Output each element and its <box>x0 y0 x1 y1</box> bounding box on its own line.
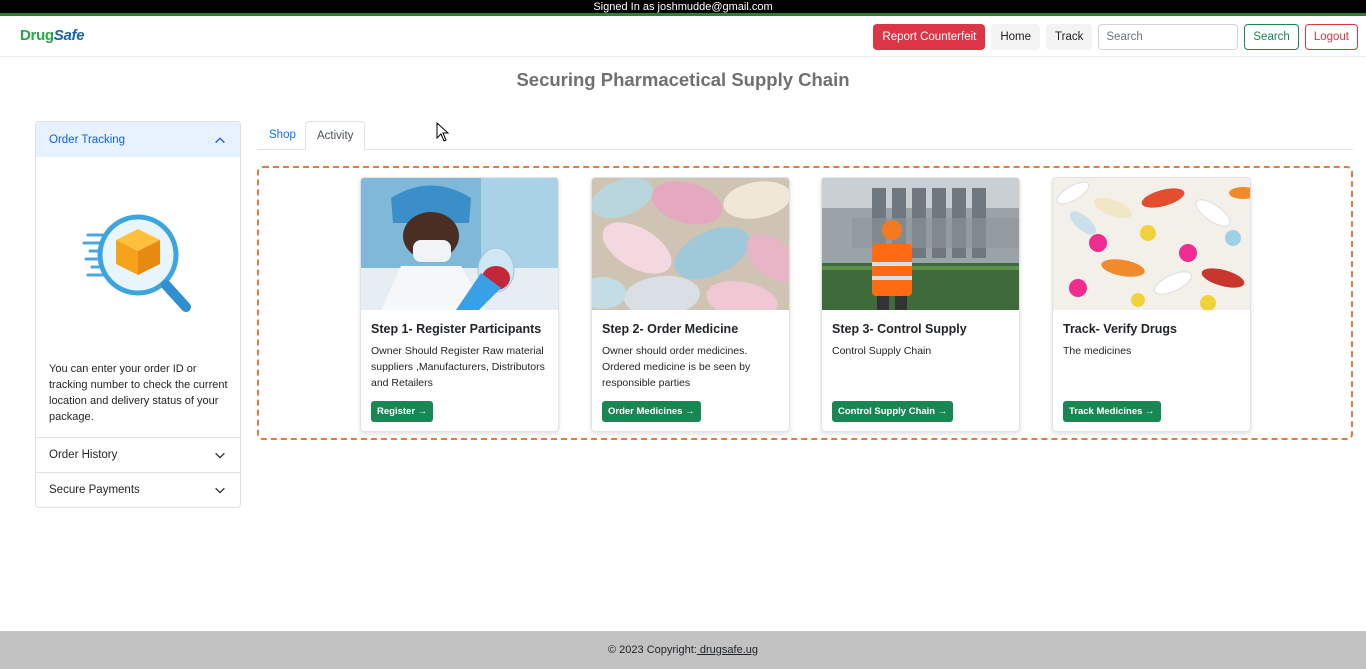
tab-bar: Shop Activity <box>257 121 1353 150</box>
search-button[interactable]: Search <box>1244 24 1299 50</box>
brand-logo[interactable]: DrugSafe <box>20 27 85 44</box>
card-title: Track- Verify Drugs <box>1063 322 1177 336</box>
arrow-right-icon: → <box>1145 406 1155 417</box>
footer-copyright: © 2023 Copyright: <box>608 644 697 656</box>
card-text: Control Supply Chain <box>832 345 932 357</box>
card-text: The medicines <box>1063 345 1132 357</box>
card-text: Owner should order medicines. Ordered me… <box>602 345 751 389</box>
order-medicines-button[interactable]: Order Medicines → <box>602 401 701 422</box>
nav-actions: Report Counterfeit Home Track Search Log… <box>873 24 1358 50</box>
tab-shop[interactable]: Shop <box>258 121 307 150</box>
logout-button[interactable]: Logout <box>1304 24 1358 50</box>
report-counterfeit-button[interactable]: Report Counterfeit <box>873 24 986 50</box>
accordion-order-history-header[interactable]: Order History <box>36 437 240 472</box>
card-control-supply: Step 3- Control Supply Control Supply Ch… <box>821 177 1020 432</box>
package-search-icon <box>82 214 191 312</box>
register-button[interactable]: Register → <box>371 401 434 422</box>
brand-safe: Safe <box>53 27 85 44</box>
card-order-medicine: Step 2- Order Medicine Owner should orde… <box>591 177 790 432</box>
footer-link[interactable]: drugsafe.ug <box>697 644 758 656</box>
card-title: Step 1- Register Participants <box>371 322 542 336</box>
order-tracking-title: Order Tracking <box>49 133 126 146</box>
track-medicines-button[interactable]: Track Medicines → <box>1063 401 1161 422</box>
signed-in-bar: Signed In as joshmudde@gmail.com <box>0 0 1366 16</box>
mouse-cursor-icon <box>436 122 450 142</box>
control-supply-chain-button[interactable]: Control Supply Chain → <box>832 401 954 422</box>
brand-drug: Drug <box>20 27 54 44</box>
search-input[interactable] <box>1098 24 1239 50</box>
arrow-right-icon: → <box>937 406 948 417</box>
accordion-secure-payments-header[interactable]: Secure Payments <box>36 472 240 507</box>
order-history-title: Order History <box>49 449 118 461</box>
arrow-right-icon: → <box>685 406 695 417</box>
track-link[interactable]: Track <box>1046 24 1093 50</box>
track-medicines-button-label: Track Medicines <box>1069 406 1143 417</box>
card-text: Owner Should Register Raw material suppl… <box>371 345 545 389</box>
order-medicines-button-label: Order Medicines <box>608 406 683 417</box>
cards-container: Step 1- Register Participants Owner Shou… <box>257 166 1353 440</box>
sidebar-accordion: Order Tracking You can enter your order … <box>35 121 241 508</box>
card-title: Step 2- Order Medicine <box>602 322 739 336</box>
signed-in-text: Signed In as joshmudde@gmail.com <box>593 1 773 13</box>
colorful-pills-image <box>1053 178 1250 310</box>
accordion-order-tracking-header[interactable]: Order Tracking <box>36 122 240 157</box>
pastel-pills-image <box>592 178 789 310</box>
card-register-participants: Step 1- Register Participants Owner Shou… <box>360 177 559 432</box>
secure-payments-title: Secure Payments <box>49 484 140 496</box>
order-tracking-description: You can enter your order ID or tracking … <box>49 363 228 423</box>
chevron-down-icon <box>215 452 225 459</box>
register-button-label: Register <box>377 406 416 417</box>
chevron-up-icon <box>215 136 225 143</box>
card-track-verify-drugs: Track- Verify Drugs The medicines Track … <box>1052 177 1251 432</box>
control-supply-chain-button-label: Control Supply Chain <box>838 406 936 417</box>
chevron-down-icon <box>215 487 225 494</box>
factory-worker-image <box>822 178 1019 310</box>
navbar: DrugSafe Report Counterfeit Home Track S… <box>0 19 1366 57</box>
tab-activity[interactable]: Activity <box>305 121 366 150</box>
card-title: Step 3- Control Supply <box>832 322 967 336</box>
order-tracking-body: You can enter your order ID or tracking … <box>36 157 240 437</box>
footer: © 2023 Copyright: drugsafe.ug <box>0 631 1366 669</box>
home-link[interactable]: Home <box>991 24 1041 50</box>
arrow-right-icon: → <box>417 406 428 417</box>
page-title: Securing Pharmacetical Supply Chain <box>516 69 850 90</box>
scientist-lab-image <box>361 178 558 310</box>
